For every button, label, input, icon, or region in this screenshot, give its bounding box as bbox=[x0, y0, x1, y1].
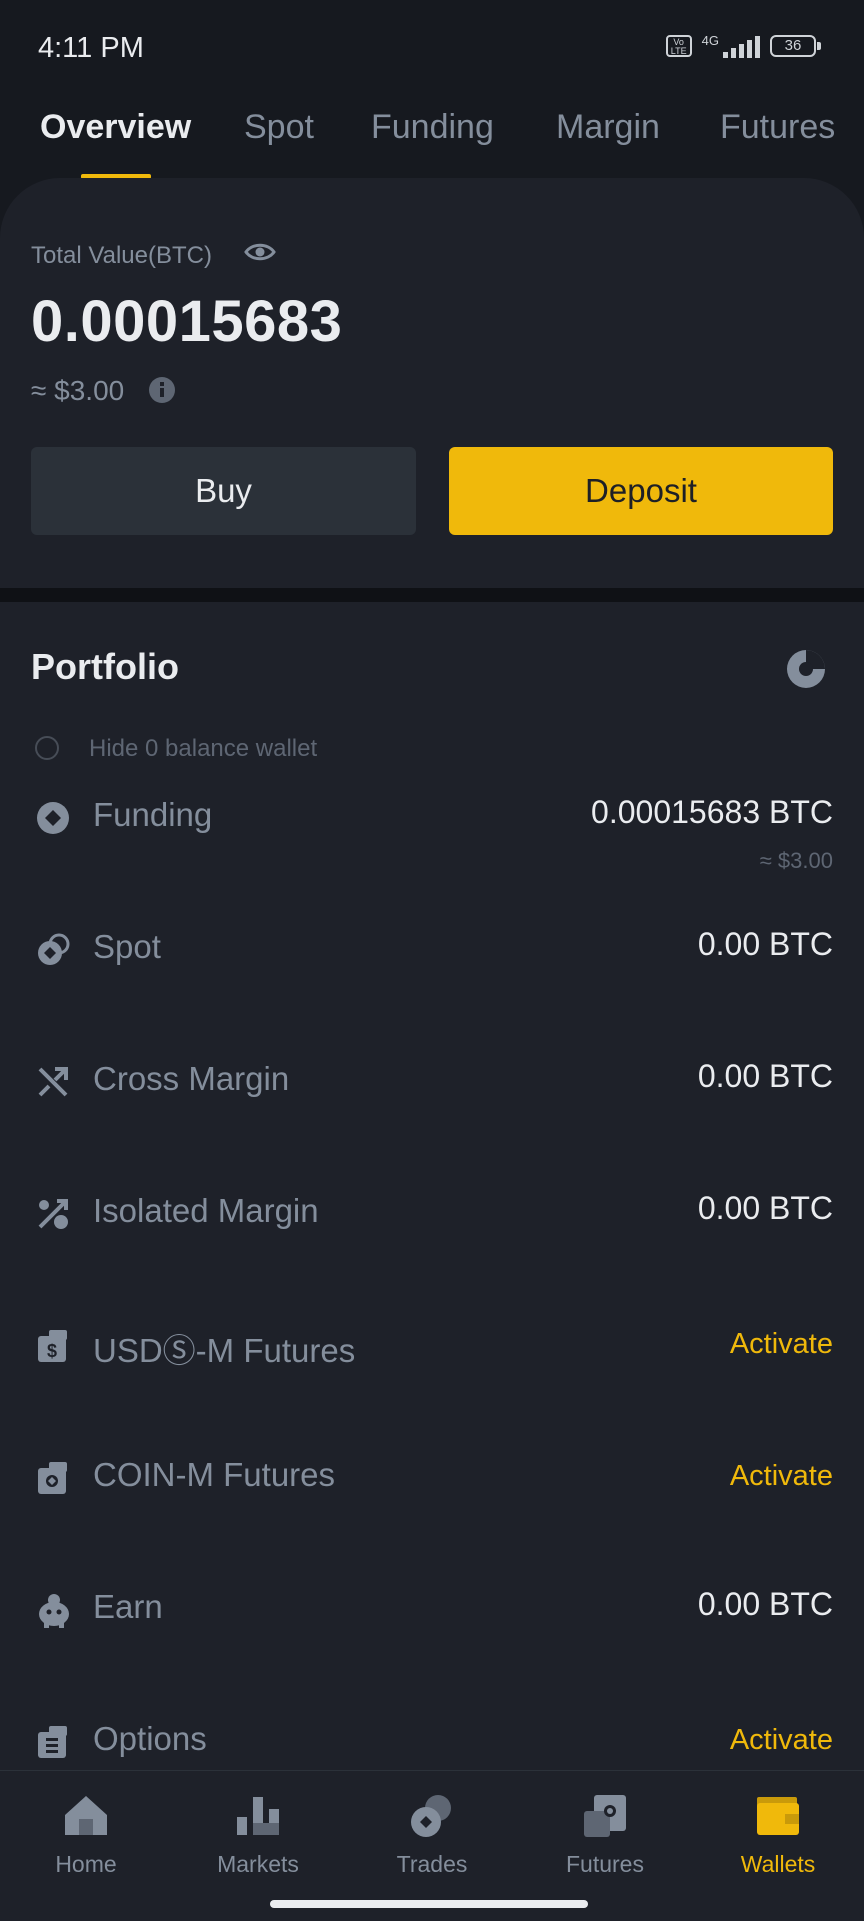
wallet-row-value: 0.00 BTC bbox=[697, 1058, 833, 1094]
section-divider bbox=[0, 588, 864, 602]
portfolio-title: Portfolio bbox=[31, 646, 179, 687]
tab-funding[interactable]: Funding bbox=[371, 108, 494, 147]
total-value-usd: ≈ $3.00 bbox=[31, 375, 125, 406]
battery-icon: 36 bbox=[770, 35, 821, 57]
nav-trades[interactable]: Trades bbox=[346, 1791, 518, 1878]
deposit-button[interactable]: Deposit bbox=[449, 447, 833, 535]
coin-futures-icon bbox=[38, 1462, 67, 1494]
nav-label: Home bbox=[55, 1851, 117, 1877]
wallet-tabs: Overview Spot Funding Margin Futures bbox=[0, 96, 864, 182]
trades-icon bbox=[411, 1795, 451, 1837]
bottom-navigation: Home Markets Trades Futures Wallets bbox=[0, 1770, 864, 1921]
earn-icon bbox=[39, 1594, 69, 1628]
options-icon bbox=[38, 1726, 67, 1758]
nav-label: Markets bbox=[217, 1851, 299, 1877]
tab-margin[interactable]: Margin bbox=[556, 108, 660, 147]
cross-margin-icon bbox=[38, 1067, 68, 1097]
wallet-row-usd: ≈ $3.00 bbox=[759, 848, 833, 873]
gesture-home-bar[interactable] bbox=[270, 1900, 588, 1908]
tab-futures[interactable]: Futures bbox=[720, 108, 835, 147]
wallet-row-label: Spot bbox=[93, 928, 161, 965]
nav-label: Wallets bbox=[740, 1851, 816, 1877]
usds-futures-icon: $ bbox=[38, 1330, 67, 1362]
wallets-icon bbox=[757, 1797, 799, 1835]
wallet-row-label: Isolated Margin bbox=[93, 1192, 319, 1229]
system-icons: Vo LTE 4G 36 bbox=[665, 32, 821, 58]
markets-icon bbox=[237, 1797, 279, 1835]
wallet-row-funding[interactable]: Funding 0.00015683 BTC ≈ $3.00 bbox=[0, 784, 864, 904]
wallet-row-earn[interactable]: Earn 0.00 BTC bbox=[0, 1576, 864, 1696]
wallet-row-label: Options bbox=[93, 1720, 207, 1757]
volte-icon: Vo LTE bbox=[665, 35, 692, 57]
status-time: 4:11 PM bbox=[38, 32, 144, 64]
wallet-row-value: 0.00 BTC bbox=[697, 1190, 833, 1226]
tab-spot[interactable]: Spot bbox=[244, 108, 314, 147]
nav-futures[interactable]: Futures bbox=[519, 1791, 691, 1878]
hide-zero-balance-toggle[interactable] bbox=[35, 736, 59, 760]
wallet-row-label: Earn bbox=[93, 1588, 163, 1625]
activate-link[interactable]: Activate bbox=[730, 1328, 833, 1361]
wallet-row-coin-futures[interactable]: COIN-M Futures Activate bbox=[0, 1444, 864, 1564]
isolated-margin-icon bbox=[38, 1199, 68, 1229]
home-icon bbox=[65, 1796, 107, 1835]
portfolio-section: Portfolio Hide 0 balance wallet Funding … bbox=[0, 602, 864, 1782]
hide-zero-balance-label: Hide 0 balance wallet bbox=[89, 735, 318, 762]
wallet-row-label: Cross Margin bbox=[93, 1060, 290, 1097]
wallet-row-label: COIN-M Futures bbox=[93, 1456, 336, 1493]
wallet-row-cross-margin[interactable]: Cross Margin 0.00 BTC bbox=[0, 1048, 864, 1168]
nav-home[interactable]: Home bbox=[0, 1791, 172, 1878]
wallet-row-value: 0.00015683 BTC bbox=[591, 794, 833, 830]
wallet-row-isolated-margin[interactable]: Isolated Margin 0.00 BTC bbox=[0, 1180, 864, 1300]
info-icon[interactable] bbox=[148, 376, 176, 404]
activate-link[interactable]: Activate bbox=[730, 1724, 833, 1757]
status-bar: 4:11 PM Vo LTE 4G 36 bbox=[0, 0, 864, 96]
overview-card: Total Value(BTC) 0.00015683 ≈ $3.00 Buy … bbox=[0, 178, 864, 588]
total-value: 0.00015683 bbox=[31, 289, 343, 354]
wallet-row-spot[interactable]: Spot 0.00 BTC bbox=[0, 916, 864, 1036]
nav-wallets[interactable]: Wallets bbox=[692, 1791, 864, 1878]
wallet-row-label: Funding bbox=[93, 796, 213, 833]
total-value-label: Total Value(BTC) bbox=[31, 242, 212, 269]
wallet-row-usds-futures[interactable]: $ USDⓈ-M Futures Activate bbox=[0, 1312, 864, 1432]
tab-overview[interactable]: Overview bbox=[40, 108, 191, 147]
nav-markets[interactable]: Markets bbox=[172, 1791, 344, 1878]
nav-label: Futures bbox=[566, 1851, 644, 1877]
wallet-row-value: 0.00 BTC bbox=[697, 926, 833, 962]
buy-button[interactable]: Buy bbox=[31, 447, 416, 535]
funding-icon bbox=[37, 802, 69, 834]
activate-link[interactable]: Activate bbox=[730, 1460, 833, 1493]
futures-icon bbox=[584, 1795, 626, 1837]
spot-icon bbox=[38, 933, 70, 965]
signal-icon bbox=[723, 34, 760, 58]
eye-icon[interactable] bbox=[244, 240, 276, 264]
pie-chart-icon[interactable] bbox=[785, 648, 827, 690]
nav-label: Trades bbox=[396, 1851, 468, 1877]
svg-text:$: $ bbox=[47, 1341, 57, 1361]
wallet-row-label: USDⓈ-M Futures bbox=[93, 1332, 356, 1369]
network-type-label: 4G bbox=[701, 32, 719, 48]
wallet-row-value: 0.00 BTC bbox=[697, 1586, 833, 1622]
